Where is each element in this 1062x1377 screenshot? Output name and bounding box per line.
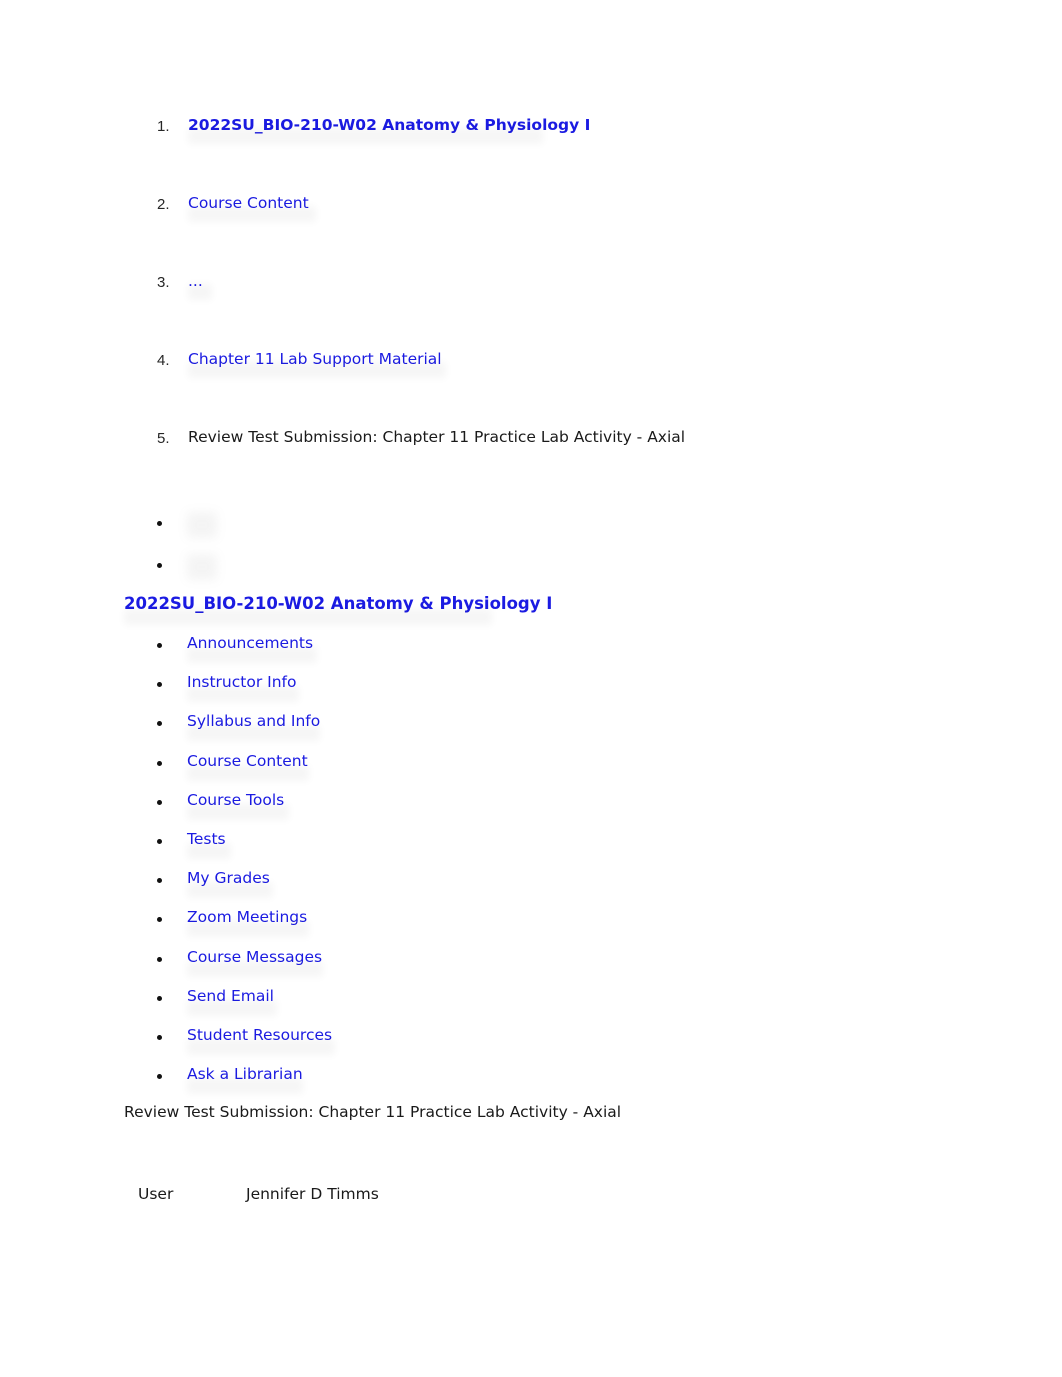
course-menu-item-course-tools[interactable]: Course Tools xyxy=(157,791,657,830)
breadcrumb-link-ellipsis[interactable]: ... xyxy=(188,272,203,290)
details-row: User Jennifer D Timms xyxy=(138,1185,379,1207)
breadcrumb-marker: 2. xyxy=(157,196,170,213)
bullet-icon xyxy=(157,1034,162,1040)
blurred-image-placeholder-icon xyxy=(187,554,217,580)
course-menu-item-course-content[interactable]: Course Content xyxy=(157,752,657,791)
bullet-icon xyxy=(157,521,162,526)
breadcrumb-item: 5. Review Test Submission: Chapter 11 Pr… xyxy=(157,425,997,503)
course-menu-heading[interactable]: 2022SU_BIO-210-W02 Anatomy & Physiology … xyxy=(124,594,552,613)
course-menu-item-announcements[interactable]: Announcements xyxy=(157,634,657,673)
bullet-icon xyxy=(157,563,162,568)
list-item xyxy=(157,554,557,596)
submission-details: User Jennifer D Timms xyxy=(138,1185,379,1207)
course-menu-item-instructor-info[interactable]: Instructor Info xyxy=(157,673,657,712)
bullet-icon xyxy=(157,878,162,884)
breadcrumb-marker: 3. xyxy=(157,274,170,291)
breadcrumb-item: 2. Course Content xyxy=(157,191,997,269)
course-menu-item-my-grades[interactable]: My Grades xyxy=(157,869,657,908)
page-title: Review Test Submission: Chapter 11 Pract… xyxy=(124,1103,621,1121)
details-value-user: Jennifer D Timms xyxy=(246,1185,379,1203)
course-menu: Announcements Instructor Info Syllabus a… xyxy=(157,634,657,1104)
course-menu-item-course-messages[interactable]: Course Messages xyxy=(157,948,657,987)
bullet-icon xyxy=(157,1074,162,1080)
course-menu-link[interactable]: Course Content xyxy=(187,752,308,770)
breadcrumb-item: 1. 2022SU_BIO-210-W02 Anatomy & Physiolo… xyxy=(157,113,997,191)
breadcrumb: 1. 2022SU_BIO-210-W02 Anatomy & Physiolo… xyxy=(157,113,997,503)
bullet-icon xyxy=(157,917,162,923)
course-menu-link[interactable]: Announcements xyxy=(187,634,313,652)
breadcrumb-current-page: Review Test Submission: Chapter 11 Pract… xyxy=(188,428,686,446)
course-menu-link[interactable]: Course Messages xyxy=(187,948,322,966)
course-menu-link[interactable]: Course Tools xyxy=(187,791,284,809)
bullet-icon xyxy=(157,721,162,727)
course-menu-item-tests[interactable]: Tests xyxy=(157,830,657,869)
breadcrumb-marker: 1. xyxy=(157,118,170,135)
breadcrumb-link-course[interactable]: 2022SU_BIO-210-W02 Anatomy & Physiology … xyxy=(188,116,590,134)
course-menu-link[interactable]: Instructor Info xyxy=(187,673,296,691)
course-menu-link[interactable]: Ask a Librarian xyxy=(187,1065,303,1083)
bullet-icon xyxy=(157,838,162,844)
course-menu-item-ask-a-librarian[interactable]: Ask a Librarian xyxy=(157,1065,657,1104)
breadcrumb-marker: 4. xyxy=(157,352,170,369)
bullet-icon xyxy=(157,799,162,805)
page-title-label: Review Test Submission: Chapter 11 Pract… xyxy=(124,1103,622,1121)
course-menu-item-send-email[interactable]: Send Email xyxy=(157,987,657,1026)
blurred-image-placeholder-icon xyxy=(187,512,217,538)
breadcrumb-item: 4. Chapter 11 Lab Support Material xyxy=(157,347,997,425)
page-root: 1. 2022SU_BIO-210-W02 Anatomy & Physiolo… xyxy=(0,0,1062,1377)
bullet-icon xyxy=(157,682,162,688)
breadcrumb-link-chapter-11-lab-support-material[interactable]: Chapter 11 Lab Support Material xyxy=(188,350,442,368)
details-key-user: User xyxy=(138,1185,174,1203)
course-menu-link[interactable]: Tests xyxy=(187,830,226,848)
course-menu-item-zoom-meetings[interactable]: Zoom Meetings xyxy=(157,908,657,947)
breadcrumb-marker: 5. xyxy=(157,430,170,447)
bullet-icon xyxy=(157,956,162,962)
bullet-icon xyxy=(157,760,162,766)
course-menu-heading-label: 2022SU_BIO-210-W02 Anatomy & Physiology … xyxy=(124,594,553,613)
course-menu-link[interactable]: Send Email xyxy=(187,987,274,1005)
course-menu-link[interactable]: Syllabus and Info xyxy=(187,712,320,730)
course-menu-item-syllabus-and-info[interactable]: Syllabus and Info xyxy=(157,712,657,751)
image-bullet-list xyxy=(157,512,557,596)
course-menu-item-student-resources[interactable]: Student Resources xyxy=(157,1026,657,1065)
bullet-icon xyxy=(157,643,162,648)
breadcrumb-item: 3. ... xyxy=(157,269,997,347)
bullet-icon xyxy=(157,995,162,1001)
course-menu-link[interactable]: My Grades xyxy=(187,869,270,887)
course-menu-link[interactable]: Zoom Meetings xyxy=(187,908,307,926)
breadcrumb-link-course-content[interactable]: Course Content xyxy=(188,194,309,212)
list-item xyxy=(157,512,557,554)
course-menu-link[interactable]: Student Resources xyxy=(187,1026,332,1044)
